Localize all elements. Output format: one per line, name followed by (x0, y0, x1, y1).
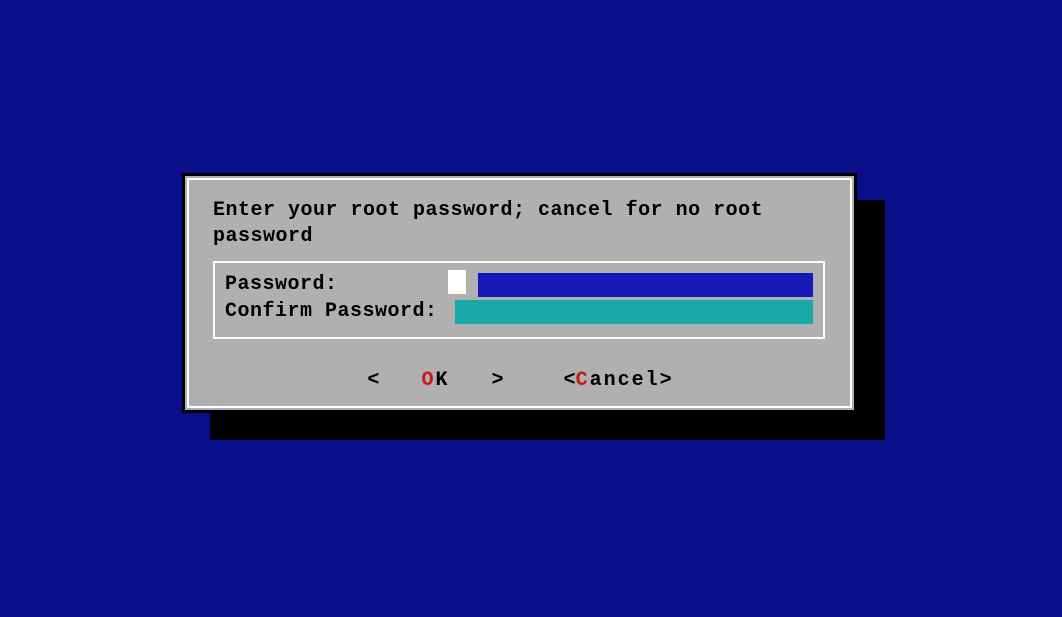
confirm-password-label: Confirm Password: (225, 300, 438, 323)
button-bar: < OK > <Cancel> (185, 369, 854, 392)
input-section: Password: Confirm Password: (213, 261, 825, 339)
cancel-label-rest: ancel (590, 369, 660, 392)
confirm-password-input[interactable] (455, 300, 813, 324)
confirm-password-row: Confirm Password: (225, 298, 813, 325)
ok-button[interactable]: < OK > (367, 369, 503, 392)
bracket-open-icon: < (564, 369, 576, 392)
ok-label-rest: K (435, 369, 449, 392)
dialog-prompt: Enter your root password; cancel for no … (213, 198, 814, 250)
cancel-button[interactable]: <Cancel> (564, 369, 672, 392)
cancel-hotkey: C (576, 369, 590, 392)
bracket-open-icon: < (367, 369, 379, 392)
password-input[interactable] (478, 273, 813, 297)
password-row: Password: (225, 271, 813, 298)
password-dialog: Enter your root password; cancel for no … (182, 173, 857, 413)
password-label: Password: (225, 273, 338, 296)
bracket-close-icon: > (492, 369, 504, 392)
ok-hotkey: O (421, 369, 435, 392)
bracket-close-icon: > (660, 369, 672, 392)
text-cursor-icon (448, 270, 466, 294)
